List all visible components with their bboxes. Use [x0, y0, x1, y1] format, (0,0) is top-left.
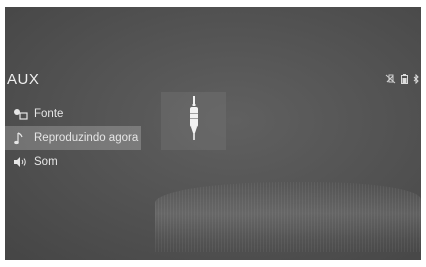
status-bar [385, 71, 419, 89]
music-note-icon [13, 131, 31, 145]
speaker-icon [13, 155, 31, 169]
audio-screen: AUX Fonte Reproduzindo agora Som [5, 7, 421, 260]
menu-item-label: Fonte [34, 108, 64, 120]
aux-plug-icon [186, 95, 202, 147]
source-title: AUX [7, 71, 40, 88]
menu-item-reproduzindo-agora[interactable]: Reproduzindo agora [5, 126, 141, 150]
phone-battery-icon [401, 71, 408, 89]
source-icon [13, 107, 31, 121]
menu-item-label: Reproduzindo agora [34, 132, 139, 144]
album-art [161, 92, 226, 150]
menu-item-label: Som [34, 156, 58, 168]
menu-item-som[interactable]: Som [5, 150, 141, 174]
menu-item-fonte[interactable]: Fonte [5, 102, 141, 126]
side-menu: Fonte Reproduzindo agora Som [5, 102, 141, 174]
sound-wave-graphic [155, 182, 421, 252]
bluetooth-icon [413, 71, 419, 89]
phone-no-signal-icon [385, 71, 396, 89]
